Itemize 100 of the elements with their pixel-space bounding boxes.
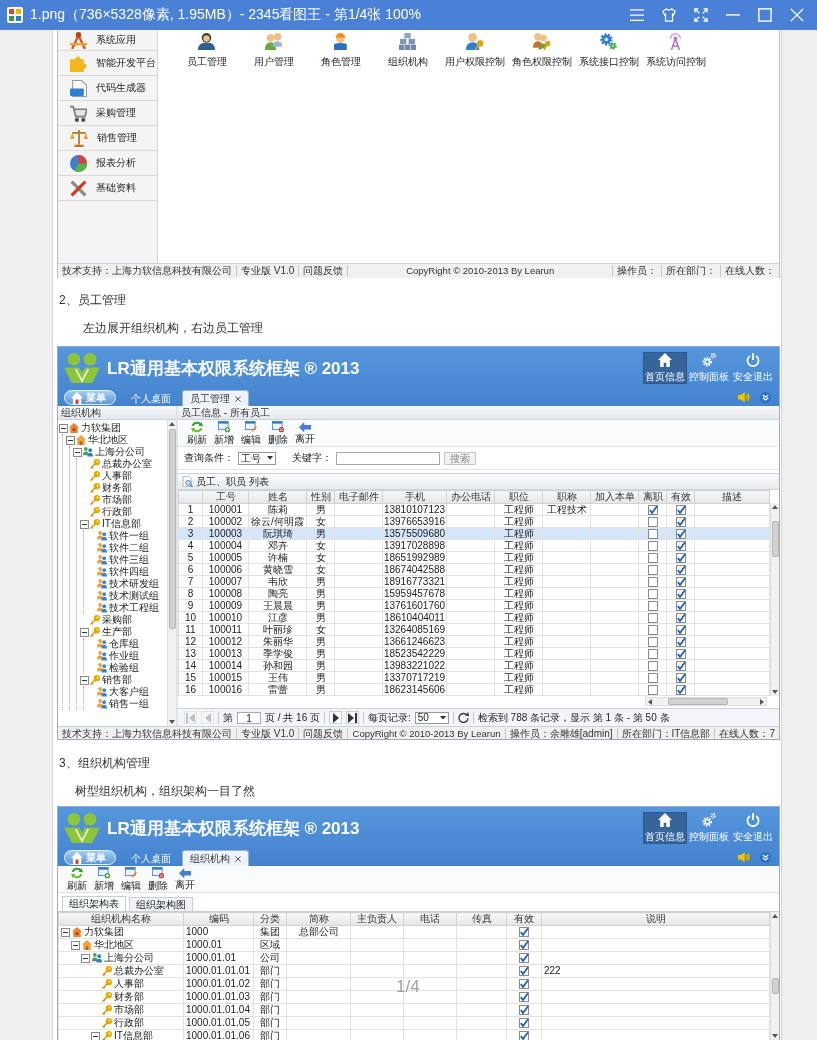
chevron-down-icon[interactable] — [760, 852, 771, 863]
arrow-right-icon[interactable] — [760, 698, 764, 705]
toolbar-button[interactable]: 删除 — [265, 421, 291, 445]
column-header[interactable]: 主负责人 — [350, 912, 404, 926]
column-header[interactable]: 组织机构名称 — [58, 912, 184, 926]
column-header[interactable]: 电子邮件 — [334, 490, 383, 504]
checkbox[interactable] — [647, 660, 658, 671]
shortcut[interactable]: 组织机构 — [374, 30, 441, 69]
minus-box-icon[interactable] — [80, 675, 89, 685]
checkbox[interactable] — [519, 1018, 529, 1028]
tree-item[interactable]: 大客户组 — [87, 686, 149, 698]
arrow-down-icon[interactable] — [772, 690, 778, 694]
fullscreen-icon[interactable] — [694, 8, 708, 22]
column-header[interactable]: 加入本单 — [590, 490, 639, 504]
minus-box-icon[interactable] — [80, 519, 89, 529]
column-header[interactable]: 手机 — [382, 490, 447, 504]
checkbox[interactable] — [675, 624, 686, 635]
checkbox[interactable] — [647, 648, 658, 659]
tree-item[interactable]: 作业组 — [87, 650, 139, 662]
scrollbar-thumb[interactable] — [168, 429, 176, 629]
tree-item[interactable]: 软件三组 — [87, 554, 149, 566]
checkbox[interactable] — [519, 1031, 529, 1040]
checkbox[interactable] — [675, 504, 686, 515]
shortcut[interactable]: 系统访问控制 — [642, 30, 709, 69]
tree-item[interactable]: 财务部 — [80, 482, 132, 494]
checkbox[interactable] — [675, 552, 686, 563]
checkbox[interactable] — [647, 540, 658, 551]
minus-box-icon[interactable] — [80, 627, 89, 637]
checkbox[interactable] — [675, 672, 686, 683]
maximize-icon[interactable] — [758, 8, 772, 22]
tab[interactable]: 员工管理 — [182, 390, 249, 406]
reload-icon[interactable] — [457, 712, 469, 723]
toolbar-button[interactable]: 编辑 — [238, 421, 264, 445]
checkbox[interactable] — [647, 516, 658, 527]
arrow-up-icon[interactable] — [772, 914, 778, 918]
tree-item[interactable]: 生产部 — [80, 626, 132, 638]
checkbox[interactable] — [675, 660, 686, 671]
tree-item[interactable]: IT信息部 — [80, 518, 141, 530]
tree-item[interactable]: 销售部 — [80, 674, 132, 686]
checkbox[interactable] — [675, 600, 686, 611]
tree-item[interactable]: 技术研发组 — [87, 578, 159, 590]
column-header[interactable]: 有效 — [506, 912, 542, 926]
nav-button[interactable]: 首页信息 — [643, 812, 687, 844]
checkbox[interactable] — [519, 927, 529, 937]
checkbox[interactable] — [519, 992, 529, 1002]
scrollbar-thumb[interactable] — [771, 521, 779, 557]
checkbox[interactable] — [647, 684, 658, 695]
column-header[interactable]: 性别 — [306, 490, 335, 504]
toolbar-button[interactable]: 编辑 — [118, 867, 144, 891]
tree-item[interactable]: 行政部 — [80, 506, 132, 518]
checkbox[interactable] — [519, 940, 529, 950]
tree-item[interactable]: 软件四组 — [87, 566, 149, 578]
shortcut[interactable]: 角色管理 — [307, 30, 374, 69]
condition-select[interactable]: 工号 — [238, 451, 276, 465]
minus-box-icon[interactable] — [73, 447, 82, 457]
minus-box-icon[interactable] — [71, 940, 80, 950]
arrow-up-icon[interactable] — [772, 505, 778, 509]
column-header[interactable]: 描述 — [694, 490, 770, 504]
toolbar-button[interactable]: 刷新 — [64, 867, 90, 891]
toolbar-button[interactable]: 新增 — [211, 421, 237, 445]
scrollbar-thumb[interactable] — [771, 978, 779, 994]
checkbox[interactable] — [675, 648, 686, 659]
feedback-link[interactable]: 问题反馈 — [299, 727, 349, 739]
column-header[interactable]: 职位 — [494, 490, 543, 504]
tab[interactable]: 个人桌面 — [124, 851, 178, 866]
shirt-icon[interactable] — [662, 8, 676, 22]
tree-item[interactable]: 华北地区 — [66, 434, 128, 446]
checkbox[interactable] — [647, 504, 658, 515]
checkbox[interactable] — [675, 612, 686, 623]
minus-box-icon[interactable] — [59, 423, 68, 433]
column-header[interactable]: 简称 — [286, 912, 351, 926]
sidebar-item[interactable]: 系统应用 — [58, 30, 157, 51]
column-header[interactable]: 说明 — [541, 912, 770, 926]
tree-item[interactable]: 软件一组 — [87, 530, 149, 542]
checkbox[interactable] — [647, 624, 658, 635]
feedback-link[interactable]: 问题反馈 — [299, 265, 349, 277]
checkbox[interactable] — [647, 588, 658, 599]
shortcut[interactable]: 用户权限控制 — [441, 30, 508, 69]
column-header[interactable]: 分类 — [253, 912, 287, 926]
vertical-scrollbar[interactable] — [167, 420, 176, 726]
checkbox[interactable] — [675, 684, 686, 695]
page-field[interactable]: 1 — [237, 711, 261, 724]
tab[interactable]: 组织架构图 — [129, 897, 193, 911]
tree-item[interactable]: 检验组 — [87, 662, 139, 674]
column-header[interactable]: 离职 — [638, 490, 667, 504]
tree-item[interactable]: 仓库组 — [87, 638, 139, 650]
scrollbar-thumb[interactable] — [668, 698, 728, 705]
checkbox[interactable] — [647, 600, 658, 611]
checkbox[interactable] — [519, 953, 529, 963]
toolbar-button[interactable]: 刷新 — [184, 421, 210, 445]
menu-icon[interactable] — [630, 8, 644, 22]
checkbox[interactable] — [647, 672, 658, 683]
vertical-scrollbar[interactable] — [770, 912, 779, 1040]
column-header[interactable]: 职称 — [542, 490, 591, 504]
minus-box-icon[interactable] — [61, 927, 70, 937]
checkbox[interactable] — [647, 564, 658, 575]
checkbox[interactable] — [647, 528, 658, 539]
checkbox[interactable] — [519, 1005, 529, 1015]
shortcut[interactable]: 员工管理 — [173, 30, 240, 69]
tree-item[interactable]: 软件二组 — [87, 542, 149, 554]
